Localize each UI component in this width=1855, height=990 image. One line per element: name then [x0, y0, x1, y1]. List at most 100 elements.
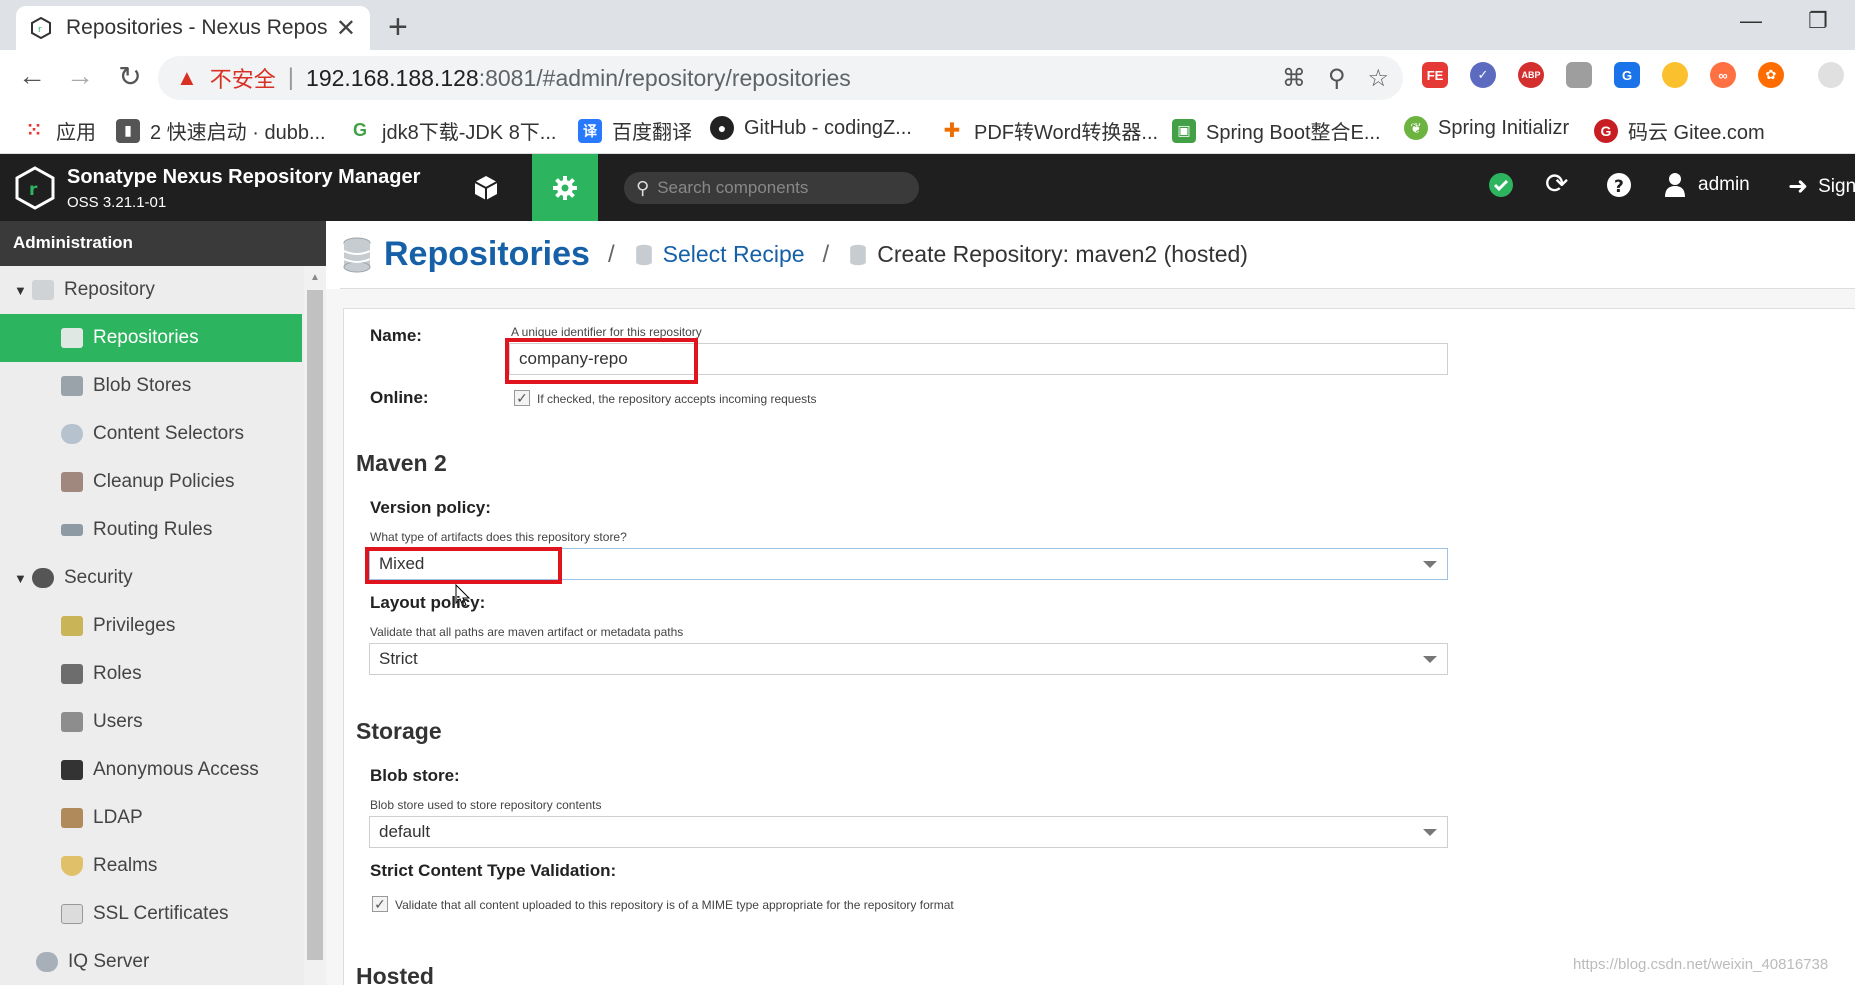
- sidebar-item-repositories[interactable]: Repositories: [0, 314, 302, 362]
- bookmark-baidu-translate[interactable]: 译 百度翻译: [578, 116, 692, 145]
- sidebar-scrollbar[interactable]: ▲: [304, 266, 326, 985]
- layout-policy-select[interactable]: Strict: [369, 643, 1448, 675]
- search-components-input[interactable]: ⚲ Search components: [624, 172, 919, 204]
- check-extension-icon[interactable]: ✓: [1470, 62, 1496, 88]
- bookmark-spring-boot[interactable]: ▣ Spring Boot整合E...: [1172, 116, 1381, 145]
- bookmark-apps[interactable]: ⁙ 应用: [22, 116, 96, 145]
- bookmark-pdf-word[interactable]: ✚ PDF转Word转换器...: [940, 116, 1158, 145]
- google-translate-icon[interactable]: G: [1614, 62, 1640, 88]
- bookmark-gitee[interactable]: G 码云 Gitee.com: [1594, 116, 1765, 145]
- blob-store-select[interactable]: default: [369, 816, 1448, 848]
- sidebar-item-anonymous-access[interactable]: Anonymous Access: [0, 746, 302, 794]
- sidebar-item-label: Routing Rules: [93, 519, 213, 540]
- online-checkbox[interactable]: ✓: [514, 390, 530, 406]
- blob-store-hint: Blob store used to store repository cont…: [370, 798, 602, 812]
- bookmark-label: 百度翻译: [612, 122, 692, 144]
- sidebar-item-label: Users: [93, 711, 143, 732]
- database-icon: [635, 244, 652, 265]
- nexus-logo-icon[interactable]: r: [14, 166, 56, 210]
- bookmark-dubbo[interactable]: ▮ 2 快速启动 · dubb...: [116, 116, 326, 145]
- translate-icon[interactable]: ⌘: [1282, 64, 1306, 93]
- spring-leaf-icon: ❦: [1404, 116, 1428, 140]
- reload-icon[interactable]: ↻: [112, 60, 148, 93]
- zoom-icon[interactable]: ⚲: [1328, 64, 1346, 93]
- bookmark-spring-initializr[interactable]: ❦ Spring Initializr: [1404, 116, 1569, 140]
- url-host: 192.168.188.128: [306, 64, 479, 91]
- sidebar-item-content-selectors[interactable]: Content Selectors: [0, 410, 302, 458]
- infinity-extension-icon[interactable]: ∞: [1710, 62, 1736, 88]
- sidebar-item-blob-stores[interactable]: Blob Stores: [0, 362, 302, 410]
- browse-cube-icon[interactable]: [462, 168, 510, 208]
- sign-out-button[interactable]: ➜ Sign: [1788, 172, 1855, 201]
- bookmark-star-icon[interactable]: ☆: [1367, 64, 1389, 93]
- sidebar-item-realms[interactable]: Realms: [0, 842, 302, 890]
- tab-close-icon[interactable]: ✕: [336, 14, 356, 43]
- apps-grid-icon: ⁙: [22, 118, 46, 143]
- bookmark-github[interactable]: ● GitHub - codingZ...: [710, 116, 912, 140]
- screenshot-extension-icon[interactable]: [1566, 62, 1592, 88]
- svg-text:r: r: [38, 25, 42, 35]
- chevron-down-icon[interactable]: [1423, 561, 1437, 568]
- breadcrumb-select-recipe-link[interactable]: Select Recipe: [663, 241, 805, 268]
- new-tab-button[interactable]: +: [388, 8, 408, 47]
- name-label: Name:: [370, 326, 422, 345]
- certificate-icon: [61, 904, 83, 924]
- restore-window-icon[interactable]: ❐: [1808, 8, 1828, 34]
- flower-extension-icon[interactable]: ✿: [1758, 62, 1784, 88]
- sidebar-item-security[interactable]: ▼ Security: [0, 554, 302, 602]
- refresh-icon[interactable]: ⟳: [1545, 167, 1568, 200]
- status-ok-icon[interactable]: [1488, 172, 1514, 198]
- photos-extension-icon[interactable]: [1662, 62, 1688, 88]
- blob-store-value: default: [379, 822, 431, 841]
- admin-gear-icon[interactable]: [532, 154, 598, 221]
- highlight-box: [505, 338, 698, 384]
- sidebar-item-iq-server[interactable]: IQ Server: [0, 938, 302, 986]
- breadcrumb-current: Create Repository: maven2 (hosted): [877, 241, 1248, 267]
- address-bar[interactable]: ▲ 不安全 | 192.168.188.128 :8081/#admin/rep…: [158, 56, 1403, 100]
- chevron-down-icon[interactable]: [1423, 656, 1437, 663]
- adblock-extension-icon[interactable]: ABP: [1518, 62, 1544, 88]
- highlight-box: [365, 547, 562, 584]
- omnibox-divider: |: [287, 64, 295, 91]
- spy-icon: [32, 568, 54, 588]
- profile-avatar-icon[interactable]: [1818, 62, 1844, 88]
- insecure-label: 不安全: [209, 67, 276, 92]
- layout-policy-value: Strict: [379, 649, 418, 668]
- scroll-up-icon[interactable]: ▲: [310, 272, 320, 283]
- nexus-header: r Sonatype Nexus Repository Manager OSS …: [0, 154, 1855, 221]
- drive-icon: [61, 524, 83, 536]
- sidebar-item-label: IQ Server: [68, 951, 150, 972]
- layout-policy-label: Layout policy:: [370, 593, 486, 612]
- admin-sidebar: Administration ▼ Repository Repositories…: [0, 221, 326, 985]
- browser-tab[interactable]: r Repositories - Nexus Repositor ✕: [16, 6, 370, 50]
- sidebar-item-repository[interactable]: ▼ Repository: [0, 266, 302, 314]
- sidebar-item-privileges[interactable]: Privileges: [0, 602, 302, 650]
- sidebar-item-ldap[interactable]: LDAP: [0, 794, 302, 842]
- breadcrumb-repositories-link[interactable]: Repositories: [384, 235, 590, 274]
- translate-bookmark-icon: 译: [578, 118, 602, 143]
- scrollbar-thumb[interactable]: [307, 290, 323, 960]
- hosted-section-title: Hosted: [356, 963, 434, 989]
- chevron-down-icon[interactable]: [1423, 829, 1437, 836]
- bookmark-label: 2 快速启动 · dubb...: [150, 122, 326, 144]
- sidebar-item-cleanup-policies[interactable]: Cleanup Policies: [0, 458, 302, 506]
- expand-triangle-icon[interactable]: ▼: [14, 283, 32, 298]
- sidebar-item-users[interactable]: Users: [0, 698, 302, 746]
- back-icon[interactable]: ←: [14, 60, 50, 92]
- bookmark-label: Spring Initializr: [1438, 116, 1570, 139]
- sidebar-item-routing-rules[interactable]: Routing Rules: [0, 506, 302, 554]
- svg-text:?: ?: [1614, 177, 1624, 197]
- bookmark-label: jdk8下载-JDK 8下...: [382, 122, 557, 144]
- fe-extension-icon[interactable]: FE: [1422, 62, 1448, 88]
- sidebar-item-roles[interactable]: Roles: [0, 650, 302, 698]
- sidebar-item-ssl-certificates[interactable]: SSL Certificates: [0, 890, 302, 938]
- strict-content-checkbox[interactable]: ✓: [372, 896, 388, 912]
- search-icon: ⚲: [636, 177, 650, 198]
- bookmark-jdk8[interactable]: G jdk8下载-JDK 8下...: [348, 116, 556, 145]
- sidebar-item-label: Repository: [64, 279, 155, 300]
- forward-icon[interactable]: →: [62, 60, 98, 92]
- expand-triangle-icon[interactable]: ▼: [14, 571, 32, 586]
- user-menu[interactable]: admin: [1664, 172, 1750, 198]
- minimize-icon[interactable]: —: [1740, 8, 1762, 34]
- help-icon[interactable]: ?: [1606, 172, 1632, 198]
